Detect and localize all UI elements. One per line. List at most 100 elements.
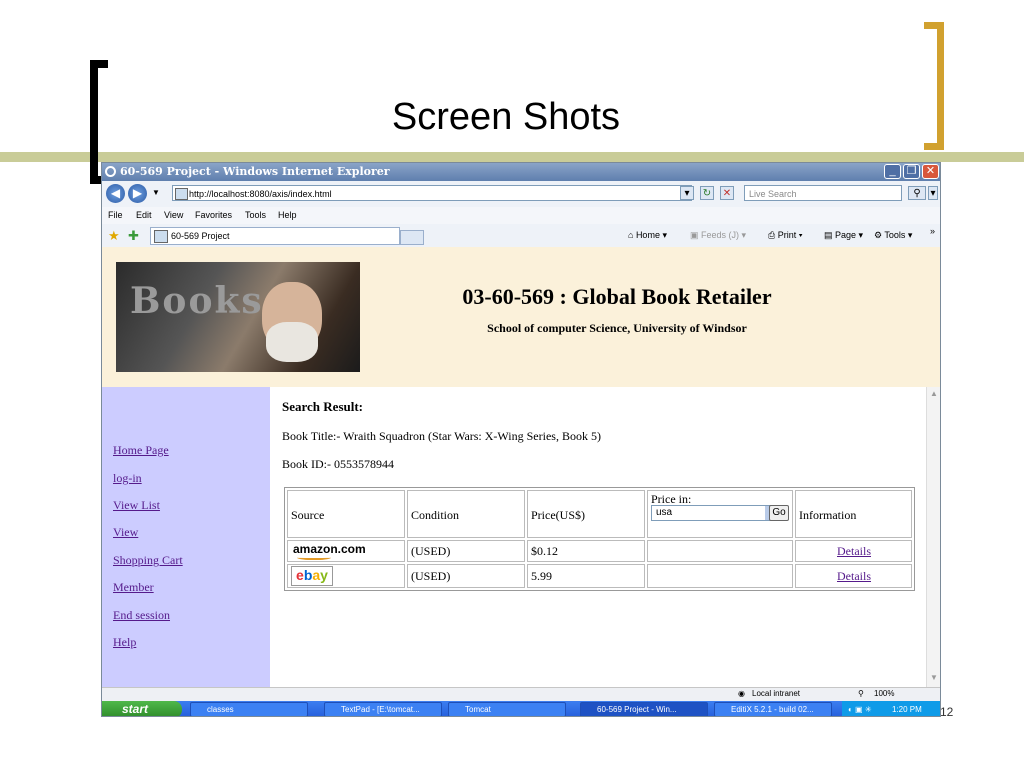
taskbar-item-classes[interactable]: classes: [190, 702, 308, 716]
column-header-information: Information: [799, 508, 857, 522]
zoom-level[interactable]: 100%: [874, 689, 894, 698]
tray-icons[interactable]: ◐ ▣ ✳: [848, 701, 872, 716]
window-titlebar: 60-569 Project - Windows Internet Explor…: [102, 163, 940, 181]
taskbar-item-ie[interactable]: 60-569 Project - Win...: [580, 702, 708, 716]
tools-menu-button[interactable]: ⚙ Tools ▾: [874, 230, 912, 241]
close-button[interactable]: ✕: [922, 164, 939, 179]
menu-edit[interactable]: Edit: [136, 210, 152, 220]
address-input[interactable]: http://localhost:8080/axis/index.html: [172, 185, 692, 201]
menu-file[interactable]: File: [108, 210, 123, 220]
column-header-condition: Condition: [411, 508, 460, 522]
toolbar-overflow-icon[interactable]: »: [930, 226, 935, 236]
forward-button[interactable]: ▶: [128, 184, 147, 203]
favorites-star-icon[interactable]: ★: [108, 228, 120, 244]
browser-window: 60-569 Project - Windows Internet Explor…: [101, 162, 941, 717]
menu-view[interactable]: View: [164, 210, 183, 220]
slide-accent-bar: [0, 152, 1024, 162]
clock: 1:20 PM: [892, 705, 922, 714]
search-icon[interactable]: ⚲: [908, 186, 926, 200]
taskbar-item-textpad[interactable]: TextPad - [E:\tomcat...: [324, 702, 442, 716]
row-condition: (USED): [411, 569, 451, 583]
sidebar-nav: Home Page log-in View List View Shopping…: [102, 387, 270, 687]
window-title: 60-569 Project - Windows Internet Explor…: [120, 165, 390, 178]
intranet-icon: ◉: [738, 689, 745, 698]
windows-taskbar: start classes TextPad - [E:\tomcat... To…: [102, 701, 940, 716]
sidebar-item-end-session[interactable]: End session: [113, 608, 170, 623]
author-beard: [266, 322, 318, 362]
sidebar-item-shopping-cart[interactable]: Shopping Cart: [113, 553, 183, 568]
book-title: Book Title:- Wraith Squadron (Star Wars:…: [282, 429, 601, 443]
page-menu-icon: ▤: [824, 230, 836, 240]
details-link[interactable]: Details: [837, 569, 871, 584]
page-menu-label: Page: [835, 230, 857, 240]
amazon-smile-icon: [297, 554, 331, 560]
page-menu-button[interactable]: ▤ Page ▾: [824, 230, 863, 241]
tab-bar: ★ ✚ 60-569 Project ⌂ Home ▾ ▣ Feeds (J) …: [102, 224, 940, 248]
site-header: Books 03-60-569 : Global Book Retailer S…: [102, 247, 940, 387]
offers-table: Source Condition Price(US$) Price in: us…: [284, 487, 915, 591]
zoom-icon: ⚲: [858, 689, 864, 698]
system-tray: ◐ ▣ ✳ 1:20 PM: [842, 701, 940, 716]
history-dropdown-icon[interactable]: ▼: [152, 188, 160, 197]
sidebar-item-member[interactable]: Member: [113, 580, 154, 595]
refresh-icon[interactable]: ↻: [700, 186, 714, 200]
sidebar-item-home-page[interactable]: Home Page: [113, 443, 169, 458]
ie-icon: [105, 166, 116, 177]
back-button[interactable]: ◀: [106, 184, 125, 203]
home-label: Home: [635, 230, 660, 240]
column-header-price: Price(US$): [531, 508, 585, 522]
tools-menu-label: Tools: [884, 230, 906, 240]
taskbar-item-tomcat[interactable]: Tomcat: [448, 702, 566, 716]
print-label: Print: [777, 230, 797, 240]
sidebar-item-view-list[interactable]: View List: [113, 498, 160, 513]
site-subtitle: School of computer Science, University o…: [487, 321, 747, 335]
menu-tools[interactable]: Tools: [245, 210, 266, 220]
sidebar-item-log-in[interactable]: log-in: [113, 471, 142, 486]
status-bar: ◉ Local intranet ⚲ 100%: [102, 687, 940, 702]
sidebar-item-view[interactable]: View: [113, 525, 138, 540]
feeds-icon: ▣: [690, 230, 702, 240]
books-logo-text: Books: [130, 280, 264, 322]
new-tab-button[interactable]: [400, 230, 424, 245]
table-cell: [647, 564, 793, 588]
scroll-up-icon[interactable]: ▲: [930, 389, 938, 398]
ebay-logo: ebay: [291, 566, 333, 586]
maximize-button[interactable]: ❐: [903, 164, 920, 179]
menu-favorites[interactable]: Favorites: [195, 210, 232, 220]
go-button[interactable]: Go: [769, 505, 789, 521]
tab-60-569-project[interactable]: 60-569 Project: [150, 227, 400, 245]
start-button[interactable]: start: [102, 701, 182, 716]
row-price: $0.12: [531, 544, 558, 558]
feeds-button[interactable]: ▣ Feeds (J) ▾: [690, 230, 746, 241]
zone-label: Local intranet: [752, 689, 801, 698]
home-button[interactable]: ⌂ Home ▾: [628, 230, 667, 241]
row-condition: (USED): [411, 544, 451, 558]
feeds-label: Feeds (J): [701, 230, 740, 240]
scroll-down-icon[interactable]: ▼: [930, 673, 938, 682]
search-input[interactable]: Live Search: [744, 185, 902, 201]
print-button[interactable]: ⎙ Print ▾: [768, 230, 803, 241]
page-scrollbar[interactable]: ▲ ▼: [926, 387, 940, 687]
slide-title: Screen Shots: [391, 96, 621, 138]
details-link[interactable]: Details: [837, 544, 871, 559]
row-price: 5.99: [531, 569, 552, 583]
table-cell: [647, 540, 793, 562]
slide-page-number: 12: [940, 705, 954, 719]
add-favorite-icon[interactable]: ✚: [128, 228, 139, 244]
tab-page-icon: [154, 230, 168, 243]
taskbar-item-editix[interactable]: EditiX 5.2.1 - build 02...: [714, 702, 832, 716]
currency-select[interactable]: usa: [651, 505, 779, 521]
address-toolbar: ◀ ▶ ▼ http://localhost:8080/axis/index.h…: [102, 181, 940, 208]
menu-help[interactable]: Help: [278, 210, 297, 220]
gear-icon: ⚙: [874, 230, 885, 240]
address-dropdown-icon[interactable]: ▾: [680, 186, 694, 200]
page-icon: [175, 188, 188, 200]
book-id: Book ID:- 0553578944: [282, 457, 394, 471]
minimize-button[interactable]: _: [884, 164, 901, 179]
sidebar-item-help[interactable]: Help: [113, 635, 136, 650]
menu-bar: File Edit View Favorites Tools Help: [102, 207, 940, 224]
print-icon: ⎙: [768, 230, 778, 240]
stop-icon[interactable]: ✕: [720, 186, 734, 200]
search-options-icon[interactable]: ▾: [928, 186, 938, 200]
home-icon: ⌂: [628, 230, 636, 240]
